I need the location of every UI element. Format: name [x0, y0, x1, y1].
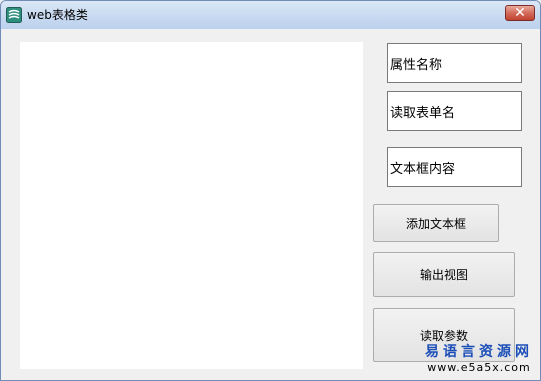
main-window: web表格类 ✕ 属性名称 读取表单名 文本框内容 添加文本框 输出视图 读取参… [0, 0, 541, 381]
app-icon [6, 7, 22, 23]
output-view-button[interactable]: 输出视图 [373, 252, 515, 297]
read-form-name-field[interactable]: 读取表单名 [387, 91, 522, 131]
close-icon: ✕ [514, 5, 526, 21]
add-textbox-button[interactable]: 添加文本框 [373, 204, 499, 242]
site-watermark: 易语言资源网 www.e5a5x.com [423, 343, 535, 374]
web-view-area[interactable] [20, 42, 363, 369]
property-name-field[interactable]: 属性名称 [387, 43, 522, 83]
window-title: web表格类 [27, 8, 88, 22]
property-name-text: 属性名称 [390, 57, 443, 73]
read-form-name-text: 读取表单名 [390, 105, 456, 121]
watermark-site-name: 易语言资源网 [425, 344, 533, 360]
close-button[interactable]: ✕ [505, 5, 535, 21]
textbox-content-text: 文本框内容 [390, 161, 456, 177]
textbox-content-field[interactable]: 文本框内容 [387, 147, 522, 187]
watermark-domain: www.e5a5x.com [427, 361, 531, 374]
title-bar[interactable]: web表格类 ✕ [1, 1, 540, 29]
client-area: 属性名称 读取表单名 文本框内容 添加文本框 输出视图 读取参数 [5, 29, 536, 376]
